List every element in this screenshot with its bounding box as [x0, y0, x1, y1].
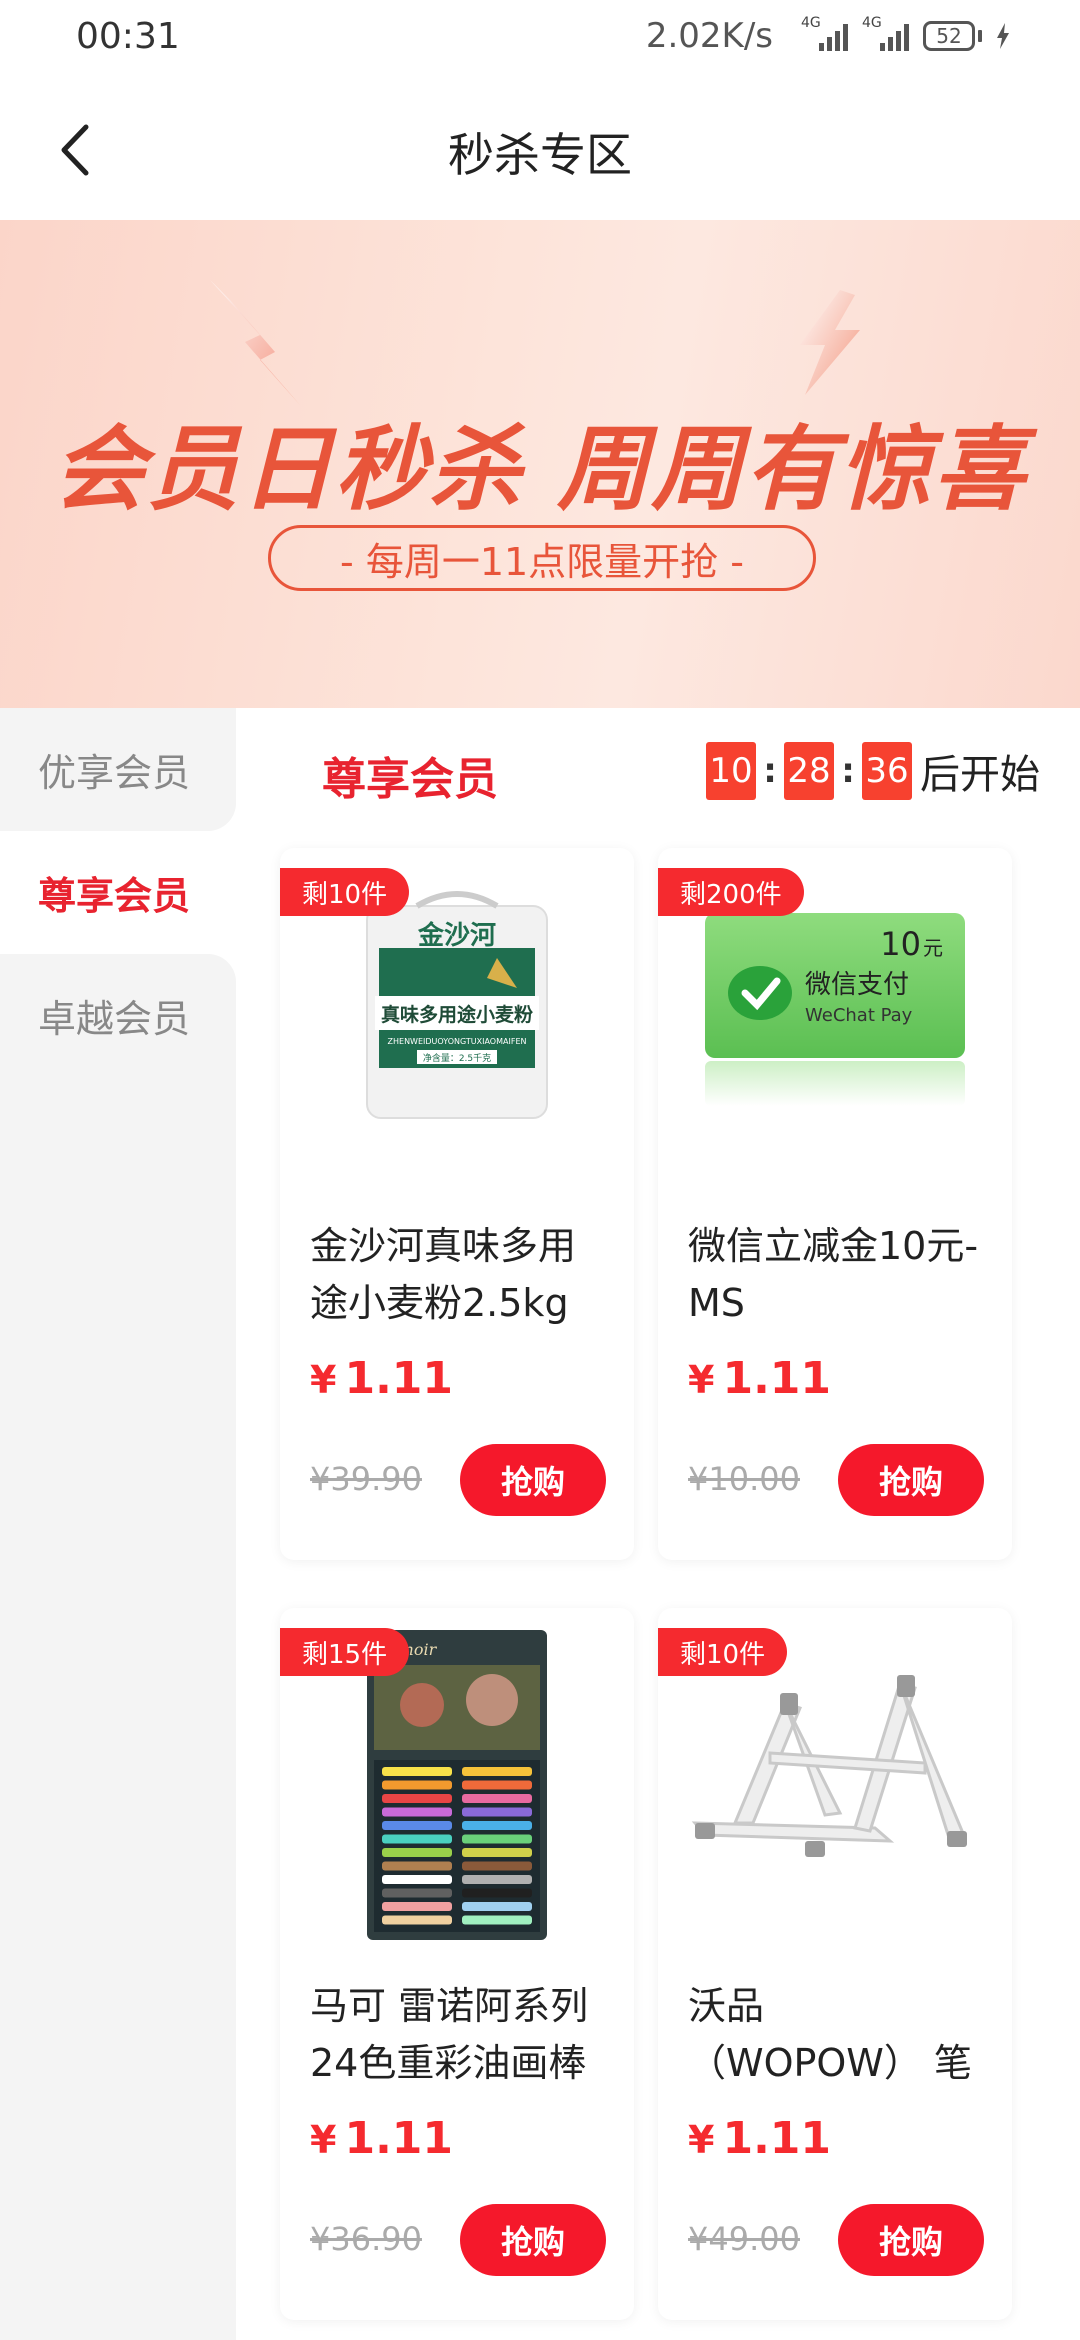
- buy-button[interactable]: 抢购: [460, 1444, 606, 1516]
- buy-button[interactable]: 抢购: [838, 2204, 984, 2276]
- stock-badge: 剩200件: [658, 868, 804, 916]
- svg-text:微信支付: 微信支付: [805, 970, 909, 1000]
- battery-icon: 52: [923, 21, 982, 51]
- countdown-minutes: 28: [784, 742, 834, 800]
- sidebar-item-zhuoyue[interactable]: 卓越会员: [0, 954, 236, 1077]
- original-price: ¥49.00: [688, 2220, 800, 2258]
- banner-subline: - 每周一11点限量开抢 -: [268, 525, 816, 591]
- signal-icon: 4G: [801, 15, 848, 51]
- product-card[interactable]: 剩200件 10 元 微信支付 WeChat Pay 微信立减金10元-MS ¥…: [658, 848, 1012, 1560]
- stock-badge: 剩10件: [658, 1628, 788, 1676]
- countdown-seconds: 36: [862, 742, 912, 800]
- svg-text:WeChat Pay: WeChat Pay: [805, 1005, 913, 1026]
- buy-button[interactable]: 抢购: [838, 1444, 984, 1516]
- lightning-bolt-icon: [800, 290, 860, 395]
- product-name: 马可 雷诺阿系列24色重彩油画棒: [310, 1984, 589, 2085]
- svg-text:ZHENWEIDUOYONGTUXIAOMAIFEN: ZHENWEIDUOYONGTUXIAOMAIFEN: [388, 1037, 527, 1046]
- sale-price: ¥1.11: [688, 1353, 832, 1404]
- page-title: 秒杀专区: [448, 128, 632, 182]
- banner-headline: 会员日秒杀 周周有惊喜: [52, 416, 1028, 523]
- stock-badge: 剩10件: [280, 868, 410, 916]
- countdown-suffix: 后开始: [920, 752, 1040, 798]
- sale-price: ¥1.11: [310, 2113, 454, 2164]
- product-card[interactable]: 剩10件 沃品（WOPOW） 笔记本支架 ¥1.11 ¥49.00: [658, 1608, 1012, 2320]
- status-icons: 2.02K/s 4G 4G 52: [645, 15, 1010, 56]
- status-time: 00:31: [76, 16, 180, 57]
- product-card[interactable]: 剩15件 Renoir 马可 雷诺阿系列24色重彩油画棒 ¥1.11 ¥36.9…: [280, 1608, 634, 2320]
- original-price: ¥10.00: [688, 1460, 800, 1498]
- svg-text:净含量：2.5千克: 净含量：2.5千克: [423, 1052, 491, 1064]
- product-card[interactable]: 剩10件 金沙河 真味多用途小麦粉 ZHENWEIDUOYONGTUXIAOMA…: [280, 848, 634, 1560]
- product-name: 沃品（WOPOW） 笔记本支架: [688, 1984, 972, 2085]
- signal-icon: 4G: [862, 15, 909, 51]
- countdown-timer: 10 : 28 : 36 后开始: [706, 742, 1040, 800]
- original-price: ¥36.90: [310, 2220, 422, 2258]
- section-title: 尊享会员: [322, 754, 498, 805]
- sidebar-item-zunxiang[interactable]: 尊享会员: [0, 831, 236, 954]
- sale-price: ¥1.11: [310, 1353, 454, 1404]
- original-price: ¥39.90: [310, 1460, 422, 1498]
- product-name: 微信立减金10元-MS: [688, 1224, 979, 1325]
- buy-button[interactable]: 抢购: [460, 2204, 606, 2276]
- lightning-bolt-icon: [210, 280, 300, 405]
- promo-banner: 会员日秒杀 周周有惊喜 - 每周一11点限量开抢 -: [0, 220, 1080, 708]
- stock-badge: 剩15件: [280, 1628, 410, 1676]
- network-speed: 2.02K/s: [645, 16, 773, 56]
- charging-icon: [997, 23, 1009, 49]
- svg-text:真味多用途小麦粉: 真味多用途小麦粉: [381, 1003, 533, 1026]
- svg-text:10: 10: [880, 925, 921, 963]
- page-header: 秒杀专区: [0, 75, 1080, 220]
- member-tier-sidebar: 优享会员 尊享会员 卓越会员: [0, 708, 236, 2340]
- svg-text:元: 元: [923, 936, 943, 960]
- sale-price: ¥1.11: [688, 2113, 832, 2164]
- product-section: 尊享会员 10 : 28 : 36 后开始 剩10件 金沙河 真味多用途小麦粉 …: [236, 708, 1080, 2340]
- product-name: 金沙河真味多用途小麦粉2.5kg: [310, 1224, 577, 1325]
- svg-text:金沙河: 金沙河: [417, 920, 496, 951]
- countdown-hours: 10: [706, 742, 756, 800]
- status-bar: 00:31 2.02K/s 4G 4G 52: [0, 0, 1080, 75]
- laptop-stand-icon: [658, 1658, 1012, 1908]
- sidebar-item-youxiang[interactable]: 优享会员: [0, 708, 236, 831]
